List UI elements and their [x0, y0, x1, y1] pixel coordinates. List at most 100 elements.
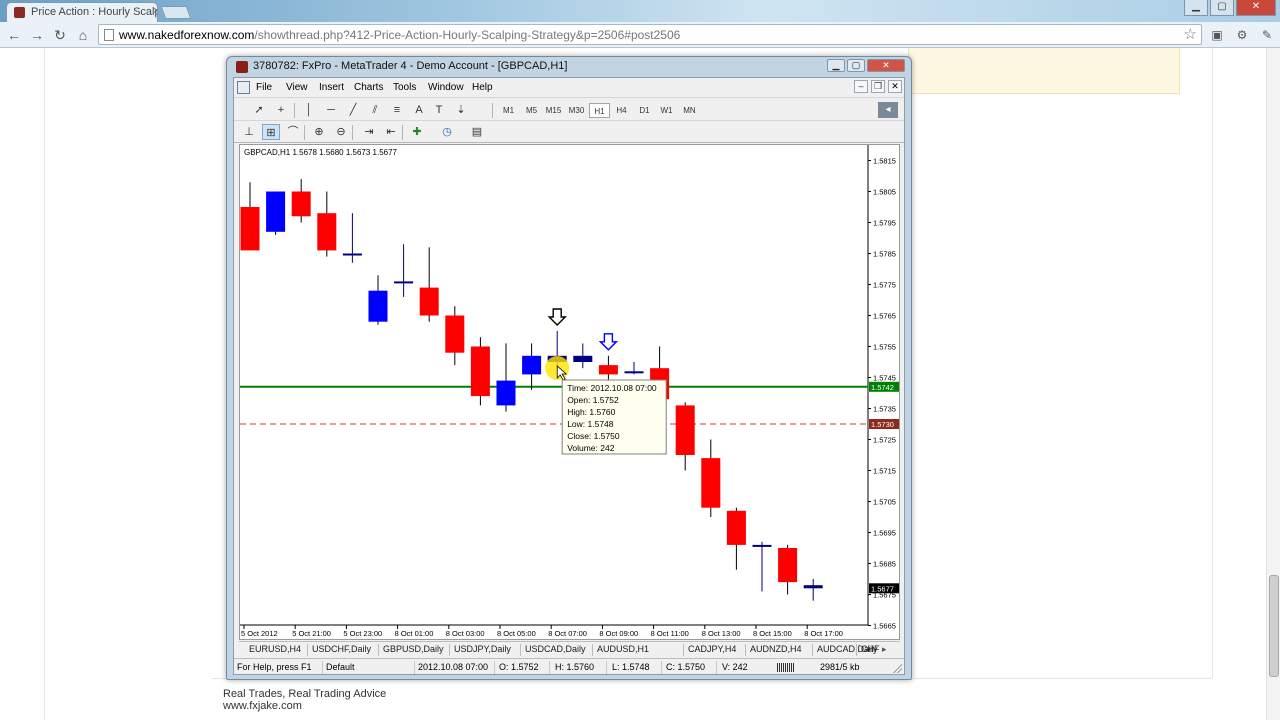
tab-close-icon[interactable]: ×	[153, 5, 157, 17]
back-icon[interactable]: ←	[5, 26, 23, 44]
vertical-line-icon[interactable]: │	[300, 102, 318, 118]
x-tick-label: 8 Oct 07:00	[548, 629, 587, 638]
channel-icon[interactable]: ⫽	[366, 102, 384, 118]
x-tick-label: 8 Oct 09:00	[599, 629, 638, 638]
timeframe-m15[interactable]: M15	[543, 103, 564, 118]
panel-toggle-icon[interactable]: ◂	[878, 102, 898, 118]
chart-window-icon[interactable]	[237, 81, 250, 94]
auto-scroll-icon[interactable]: ⇥	[360, 124, 378, 140]
menu-insert[interactable]: Insert	[319, 82, 344, 93]
last-price-badge-text: 1.5677	[871, 584, 894, 593]
extension-icon[interactable]: ▣	[1208, 26, 1226, 44]
tooltip-time: Time: 2012.10.08 07:00	[567, 383, 657, 393]
menu-file[interactable]: File	[256, 82, 272, 93]
menu-view[interactable]: View	[286, 82, 308, 93]
y-tick-label: 1.5765	[873, 312, 896, 321]
templates-icon[interactable]: ▤	[468, 124, 486, 140]
symbol-tab-gbpusd-daily[interactable]: GBPUSD,Daily	[383, 644, 444, 654]
mdi-minimize-icon[interactable]: –	[854, 80, 868, 93]
candlestick-chart[interactable]: 1.5815 1.5805 1.5795 1.5785 1.5775 1.5765 1.57…	[240, 145, 900, 640]
star-icon[interactable]: ☆	[1184, 25, 1197, 43]
candle-body	[573, 355, 593, 362]
close-window-icon[interactable]: ✕	[1236, 0, 1276, 16]
symbol-tab-usdcad-daily[interactable]: USDCAD,Daily	[525, 644, 586, 654]
minimize-icon[interactable]: ▁	[1184, 0, 1208, 16]
mt4-minimize-icon[interactable]: ▁	[827, 59, 845, 72]
symbol-tab-cadjpy-h4[interactable]: CADJPY,H4	[688, 644, 736, 654]
symbol-tab-audnzd-h4[interactable]: AUDNZD,H4	[750, 644, 802, 654]
charts-toolbar: ⊥ ⊞ ⌒ ⊕ ⊖ ⇥ ⇤ ✚ ◷ ▤	[234, 121, 904, 143]
candle-body	[701, 458, 721, 508]
timeframe-m5[interactable]: M5	[521, 103, 542, 118]
maximize-icon[interactable]: ▢	[1210, 0, 1234, 16]
cursor-icon[interactable]: ➚	[250, 102, 268, 118]
x-tick-label: 8 Oct 01:00	[395, 629, 434, 638]
extension-icon[interactable]: ⚙	[1233, 26, 1251, 44]
address-bar[interactable]: www.nakedforexnow.com/showthread.php?412…	[98, 24, 1202, 45]
mdi-restore-icon[interactable]: ❐	[871, 80, 885, 93]
indicators-icon[interactable]: ✚	[408, 124, 426, 140]
menu-charts[interactable]: Charts	[354, 82, 383, 93]
mt4-restore-icon[interactable]: ▢	[847, 59, 865, 72]
text-icon[interactable]: A	[410, 102, 428, 118]
y-tick-label: 1.5785	[873, 250, 896, 259]
candle-body	[522, 355, 542, 375]
resize-grip-icon[interactable]	[892, 663, 902, 673]
chart-shift-icon[interactable]: ⇤	[382, 124, 400, 140]
scrollbar-thumb[interactable]	[1269, 575, 1279, 677]
status-profile[interactable]: Default	[326, 662, 355, 672]
page-icon	[104, 29, 114, 41]
menu-window[interactable]: Window	[428, 82, 464, 93]
candle-body	[445, 315, 465, 353]
trendline-icon[interactable]: ╱	[344, 102, 362, 118]
symbol-tab-usdchf-daily[interactable]: USDCHF,Daily	[312, 644, 371, 654]
timeframe-mn[interactable]: MN	[679, 103, 700, 118]
status-separator	[494, 661, 495, 674]
tabs-next-icon[interactable]: ▸	[882, 644, 887, 655]
timeframe-d1[interactable]: D1	[634, 103, 655, 118]
mdi-close-icon[interactable]: ✕	[888, 80, 902, 93]
tooltip-open: Open: 1.5752	[567, 395, 619, 405]
candlestick-icon[interactable]: ⊞	[262, 124, 280, 140]
symbol-tab-audusd-h1[interactable]: AUDUSD,H1	[597, 644, 649, 654]
status-volume: V: 242	[722, 662, 748, 672]
timeframe-h1[interactable]: H1	[589, 103, 610, 118]
home-icon[interactable]: ⌂	[74, 26, 92, 44]
zoom-out-icon[interactable]: ⊖	[332, 124, 350, 140]
url-host: www.nakedforexnow.com	[119, 28, 255, 42]
timeframe-m1[interactable]: M1	[498, 103, 519, 118]
page-scrollbar[interactable]	[1266, 48, 1280, 720]
reload-icon[interactable]: ↻	[51, 26, 69, 44]
fibonacci-icon[interactable]: ≡	[388, 102, 406, 118]
status-close: C: 1.5750	[666, 662, 706, 672]
candle-body	[368, 290, 388, 322]
wrench-icon[interactable]: ✎	[1258, 26, 1276, 44]
forward-icon[interactable]: →	[28, 26, 46, 44]
arrows-icon[interactable]: ⇣	[452, 102, 470, 118]
text-label-icon[interactable]: T	[430, 102, 448, 118]
y-tick-label: 1.5715	[873, 467, 896, 476]
timeframe-h4[interactable]: H4	[611, 103, 632, 118]
new-tab-button[interactable]	[160, 6, 192, 19]
price-chart[interactable]: GBPCAD,H1 1.5678 1.5680 1.5673 1.5677 1.…	[239, 144, 900, 640]
symbol-tab-eurusd-h4[interactable]: EURUSD,H4	[249, 644, 301, 654]
line-chart-icon[interactable]: ⌒	[284, 124, 302, 140]
horizontal-line-icon[interactable]: ─	[322, 102, 340, 118]
symbol-tab-usdjpy-daily[interactable]: USDJPY,Daily	[454, 644, 511, 654]
toolbar-separator	[304, 125, 305, 140]
symbol-tab-chf[interactable]: CHF	[861, 644, 880, 654]
url-path: /showthread.php?412-Price-Action-Hourly-…	[254, 28, 681, 42]
mt4-close-icon[interactable]: ✕	[867, 59, 905, 72]
bar-chart-icon[interactable]: ⊥	[240, 124, 258, 140]
signature-link[interactable]: www.fxjake.com	[223, 700, 302, 712]
periods-icon[interactable]: ◷	[438, 124, 456, 140]
zoom-in-icon[interactable]: ⊕	[310, 124, 328, 140]
browser-tab[interactable]: Price Action : Hourly Scalp ×	[6, 2, 158, 22]
menu-help[interactable]: Help	[472, 82, 493, 93]
timeframe-w1[interactable]: W1	[656, 103, 677, 118]
y-tick-label: 1.5725	[873, 436, 896, 445]
timeframe-m30[interactable]: M30	[566, 103, 587, 118]
menu-tools[interactable]: Tools	[393, 82, 416, 93]
toolbar-separator	[492, 103, 493, 118]
crosshair-icon[interactable]: +	[272, 102, 290, 118]
